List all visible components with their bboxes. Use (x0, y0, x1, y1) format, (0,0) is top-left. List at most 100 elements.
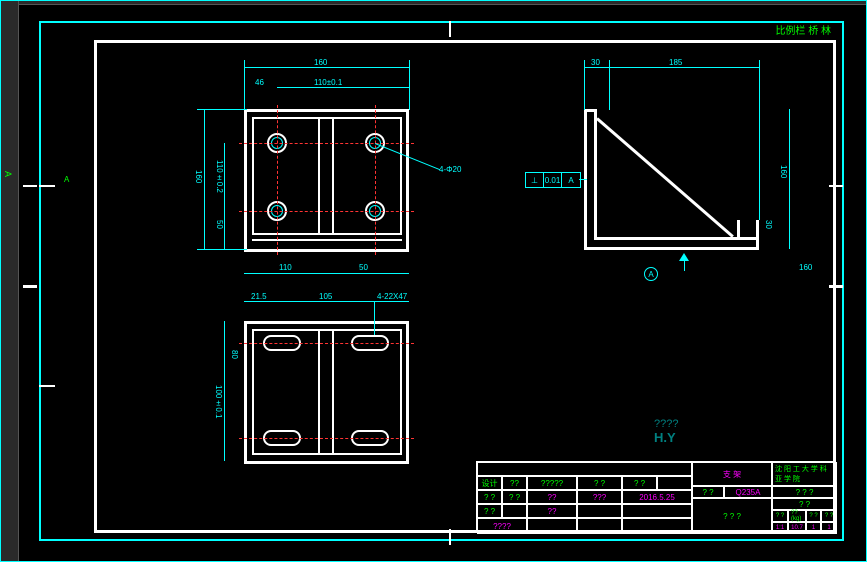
dim-value: 100±0.1 (214, 385, 223, 418)
tb-material: Q235A (724, 486, 772, 498)
part-edge (244, 321, 409, 324)
tb-cell: ? ? ? (772, 486, 837, 498)
tb-cell (502, 504, 527, 518)
tb-cell (577, 518, 622, 534)
tb-mat-label: ? ? (692, 486, 724, 498)
title-block: 支 架 ? ? Q235A 沈 阳 工 大 学 科 亚 学 院 设计 ?? ??… (476, 461, 836, 533)
ruler-marker-a: A (3, 171, 13, 177)
dim-value: 105 (319, 292, 332, 301)
dim-value: 30 (591, 58, 600, 67)
tb-cell: ? ? (772, 498, 837, 510)
rib (332, 329, 334, 453)
tb-sheet: 1 (806, 522, 821, 534)
part-edge (244, 249, 409, 252)
hy-label: H.Y (654, 430, 676, 445)
dim-line (204, 109, 205, 249)
part-edge (406, 109, 409, 251)
part-edge (252, 329, 254, 453)
tb-cell: ? ? ? (692, 498, 772, 534)
part-edge (594, 237, 739, 240)
border-label: A (64, 175, 69, 184)
dim-line (277, 87, 409, 88)
datum-triangle (679, 253, 689, 261)
datum-stem (684, 261, 685, 271)
dim-value: 160 (779, 165, 788, 178)
tb-institution: 沈 阳 工 大 学 科 亚 学 院 (772, 462, 837, 486)
tb-date: 2016.5.25 (622, 490, 692, 504)
dim-value: 160 (314, 58, 327, 67)
dim-value: 46 (255, 78, 264, 87)
rib (332, 117, 334, 233)
dim-line (789, 109, 790, 249)
datum-label: A (644, 267, 658, 281)
leader (579, 179, 587, 180)
dim-ext (409, 60, 410, 110)
tb-cell (527, 518, 577, 534)
rib (318, 117, 320, 233)
dim-value: 21.5 (251, 292, 267, 301)
tb-cell: ??? (577, 490, 622, 504)
tb-cell: ?? (527, 504, 577, 518)
tb-cell (622, 518, 692, 534)
tick-mark (449, 21, 451, 37)
dim-value: 80 (230, 350, 239, 359)
ruler-left: A (1, 1, 19, 561)
drawing-canvas[interactable]: 比例栏 桥 林 A (19, 5, 866, 561)
gdt-symbol: ⊥ (526, 173, 544, 187)
hole-callout: 4-Φ20 (439, 165, 461, 174)
gdt-datum-ref: A (562, 173, 580, 187)
dim-value: 50 (215, 220, 224, 229)
dim-ext (244, 60, 245, 110)
cad-viewport[interactable]: A 比例栏 桥 林 A (0, 0, 867, 562)
tb-cell: ? ? (577, 476, 622, 490)
part-edge (252, 453, 402, 455)
dim-value: 185 (669, 58, 682, 67)
centerline (239, 343, 414, 344)
tb-cell: ?? (502, 476, 527, 490)
tb-of: 1 (821, 522, 837, 534)
part-edge (594, 109, 597, 239)
dim-line (584, 67, 759, 68)
leader (374, 301, 409, 302)
dim-line (224, 143, 225, 249)
tb-weight: 10.7 (788, 522, 806, 534)
tb-cell: ? ? (806, 510, 821, 522)
centerline (375, 105, 376, 255)
part-edge (244, 109, 247, 249)
dim-value: 50 (359, 263, 368, 272)
dim-ext (197, 249, 247, 250)
tb-cell: ?? (527, 490, 577, 504)
part-edge (584, 247, 759, 250)
dim-line (244, 273, 409, 274)
tb-cell: ? ? (477, 504, 502, 518)
part-edge (400, 117, 402, 233)
dim-value: 160 (194, 170, 203, 183)
slot-callout: 4-22X47 (377, 292, 407, 301)
tick-mark (23, 285, 37, 288)
part-edge (244, 461, 409, 464)
tb-cell (622, 504, 692, 518)
tb-row (477, 462, 692, 476)
tb-cell: 设计 (477, 476, 502, 490)
part-edge (400, 329, 402, 453)
tb-cell: ? ? (772, 510, 788, 522)
tb-cell: ? ? (622, 476, 657, 490)
tb-scale: 1:1 (772, 522, 788, 534)
dim-value: 30 (764, 220, 773, 229)
tick-mark (23, 185, 37, 187)
part-edge (737, 220, 740, 238)
part-edge (756, 220, 759, 250)
rib (318, 329, 320, 453)
corner-label: 比例栏 桥 林 (775, 27, 831, 37)
tb-cell: ? ? (821, 510, 837, 522)
part-edge (252, 117, 402, 119)
tb-cell: ? ? (477, 490, 502, 504)
part-edge (244, 321, 247, 461)
dim-line (224, 321, 225, 461)
part-edge (252, 117, 254, 233)
centerline (239, 438, 414, 439)
dim-ext (759, 60, 760, 220)
dim-ext (609, 60, 610, 110)
part-edge (737, 237, 759, 240)
tick-mark (39, 185, 55, 187)
